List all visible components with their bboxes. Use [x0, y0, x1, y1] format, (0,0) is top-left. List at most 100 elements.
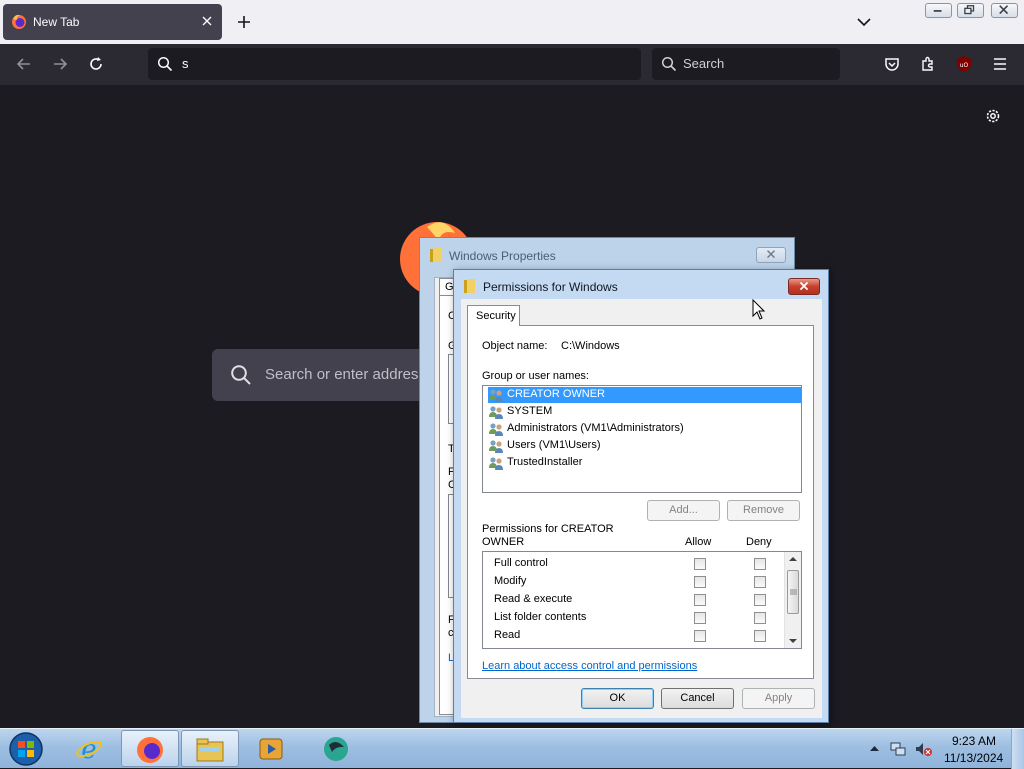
object-name-label: Object name: — [482, 340, 548, 352]
clock-time[interactable]: 9:23 AM — [952, 734, 996, 748]
add-button[interactable]: Add... — [647, 500, 720, 521]
ublock-icon[interactable]: uO — [955, 55, 973, 73]
deny-checkbox[interactable] — [754, 576, 766, 588]
ok-button[interactable]: OK — [581, 688, 654, 709]
file-explorer-icon — [196, 738, 224, 762]
taskbar-firefox[interactable] — [121, 730, 179, 767]
taskbar: e 9:23 AM 11/13/2024 — [0, 728, 1024, 769]
user-list[interactable]: CREATOR OWNER SYSTEM Administrators (VM1… — [482, 385, 802, 493]
permissions-dialog: Permissions for Windows Security Object … — [453, 269, 829, 723]
gear-icon[interactable] — [984, 107, 1002, 125]
pocket-icon[interactable] — [883, 55, 901, 73]
search-icon — [661, 56, 677, 72]
group-user-label: Group or user names: — [482, 370, 589, 382]
user-group-icon — [489, 440, 503, 453]
chevron-down-icon[interactable] — [856, 14, 872, 30]
internet-explorer-icon: e — [76, 735, 102, 764]
deny-checkbox[interactable] — [754, 558, 766, 570]
minimize-button[interactable] — [925, 3, 952, 18]
extensions-icon[interactable] — [919, 55, 937, 73]
cancel-button[interactable]: Cancel — [661, 688, 734, 709]
permission-name: Modify — [494, 575, 527, 587]
search-bar[interactable]: Search — [652, 48, 840, 80]
user-group-icon — [489, 406, 503, 419]
properties-close-button[interactable] — [756, 247, 786, 263]
taskbar-app[interactable] — [307, 730, 365, 767]
network-icon[interactable] — [890, 741, 906, 757]
scroll-down-icon[interactable] — [789, 638, 797, 644]
tab-security[interactable]: Security — [467, 305, 520, 326]
permission-name: Read & execute — [494, 593, 573, 605]
allow-checkbox[interactable] — [694, 630, 706, 642]
user-group-icon — [489, 457, 503, 470]
permission-row-full-control: Full control — [483, 554, 785, 572]
close-window-button[interactable] — [991, 3, 1018, 18]
permissions-list[interactable]: Full control Modify Read & execute List … — [482, 551, 802, 649]
allow-checkbox[interactable] — [694, 558, 706, 570]
firefox-icon — [137, 737, 163, 763]
allow-checkbox[interactable] — [694, 612, 706, 624]
app-icon — [324, 737, 348, 761]
list-item-trustedinstaller[interactable]: TrustedInstaller — [488, 455, 801, 471]
search-icon — [231, 365, 251, 385]
taskbar-file-explorer[interactable] — [181, 730, 239, 767]
svg-text:uO: uO — [960, 62, 969, 69]
search-bar-placeholder: Search — [683, 56, 725, 71]
permissions-client-area: Security Object name: C:\Windows Group o… — [461, 299, 822, 718]
tab-new-tab[interactable]: New Tab — [3, 4, 222, 40]
tab-title: New Tab — [33, 15, 80, 29]
list-item-users[interactable]: Users (VM1\Users) — [488, 438, 801, 454]
permissions-scrollbar[interactable] — [784, 552, 801, 648]
allow-checkbox[interactable] — [694, 594, 706, 606]
address-bar-text[interactable]: s — [182, 56, 189, 71]
show-desktop-button[interactable] — [1011, 729, 1024, 769]
address-bar[interactable]: s — [148, 48, 641, 80]
user-group-icon — [489, 389, 503, 402]
media-player-icon — [259, 738, 283, 760]
scrollbar-thumb[interactable] — [787, 570, 799, 614]
taskbar-internet-explorer[interactable]: e — [61, 730, 119, 767]
user-name: Administrators (VM1\Administrators) — [507, 422, 684, 434]
restore-button[interactable] — [957, 3, 984, 18]
start-button[interactable] — [6, 731, 46, 767]
clock-date[interactable]: 11/13/2024 — [944, 751, 1003, 765]
deny-checkbox[interactable] — [754, 612, 766, 624]
user-name: Users (VM1\Users) — [507, 439, 601, 451]
scroll-up-icon[interactable] — [789, 556, 797, 562]
list-item-system[interactable]: SYSTEM — [488, 404, 801, 420]
permission-row-read: Read — [483, 626, 785, 644]
deny-checkbox[interactable] — [754, 630, 766, 642]
allow-checkbox[interactable] — [694, 576, 706, 588]
search-icon — [157, 56, 173, 72]
volume-muted-icon[interactable] — [915, 741, 932, 757]
permission-name: Read — [494, 629, 521, 641]
reload-icon[interactable] — [87, 55, 105, 73]
folder-icon — [464, 279, 475, 293]
user-name: CREATOR OWNER — [507, 388, 605, 400]
close-tab-icon[interactable] — [200, 14, 214, 28]
permission-row-modify: Modify — [483, 572, 785, 590]
remove-button[interactable]: Remove — [727, 500, 800, 521]
firefox-icon — [12, 14, 26, 29]
permissions-close-button[interactable] — [788, 278, 820, 295]
forward-icon[interactable] — [51, 55, 69, 73]
object-name-value: C:\Windows — [561, 340, 620, 352]
apply-button[interactable]: Apply — [742, 688, 815, 709]
new-tab-icon[interactable] — [236, 14, 252, 30]
permission-row-list-folder-contents: List folder contents — [483, 608, 785, 626]
back-icon[interactable] — [15, 55, 33, 73]
list-item-creator-owner[interactable]: CREATOR OWNER — [488, 387, 801, 403]
show-hidden-icons-icon[interactable] — [870, 745, 879, 752]
permission-row-read-execute: Read & execute — [483, 590, 785, 608]
folder-icon — [430, 248, 441, 262]
properties-title-bar[interactable]: Windows Properties — [420, 238, 794, 272]
learn-more-link[interactable]: Learn about access control and permissio… — [482, 660, 697, 672]
allow-header: Allow — [685, 536, 712, 548]
properties-title: Windows Properties — [449, 249, 556, 263]
menu-icon[interactable] — [991, 55, 1009, 73]
list-item-administrators[interactable]: Administrators (VM1\Administrators) — [488, 421, 801, 437]
system-tray: 9:23 AM 11/13/2024 — [862, 729, 1024, 769]
permissions-for-label-line1: Permissions for CREATOR — [482, 523, 614, 535]
deny-checkbox[interactable] — [754, 594, 766, 606]
taskbar-media-player[interactable] — [243, 730, 301, 767]
